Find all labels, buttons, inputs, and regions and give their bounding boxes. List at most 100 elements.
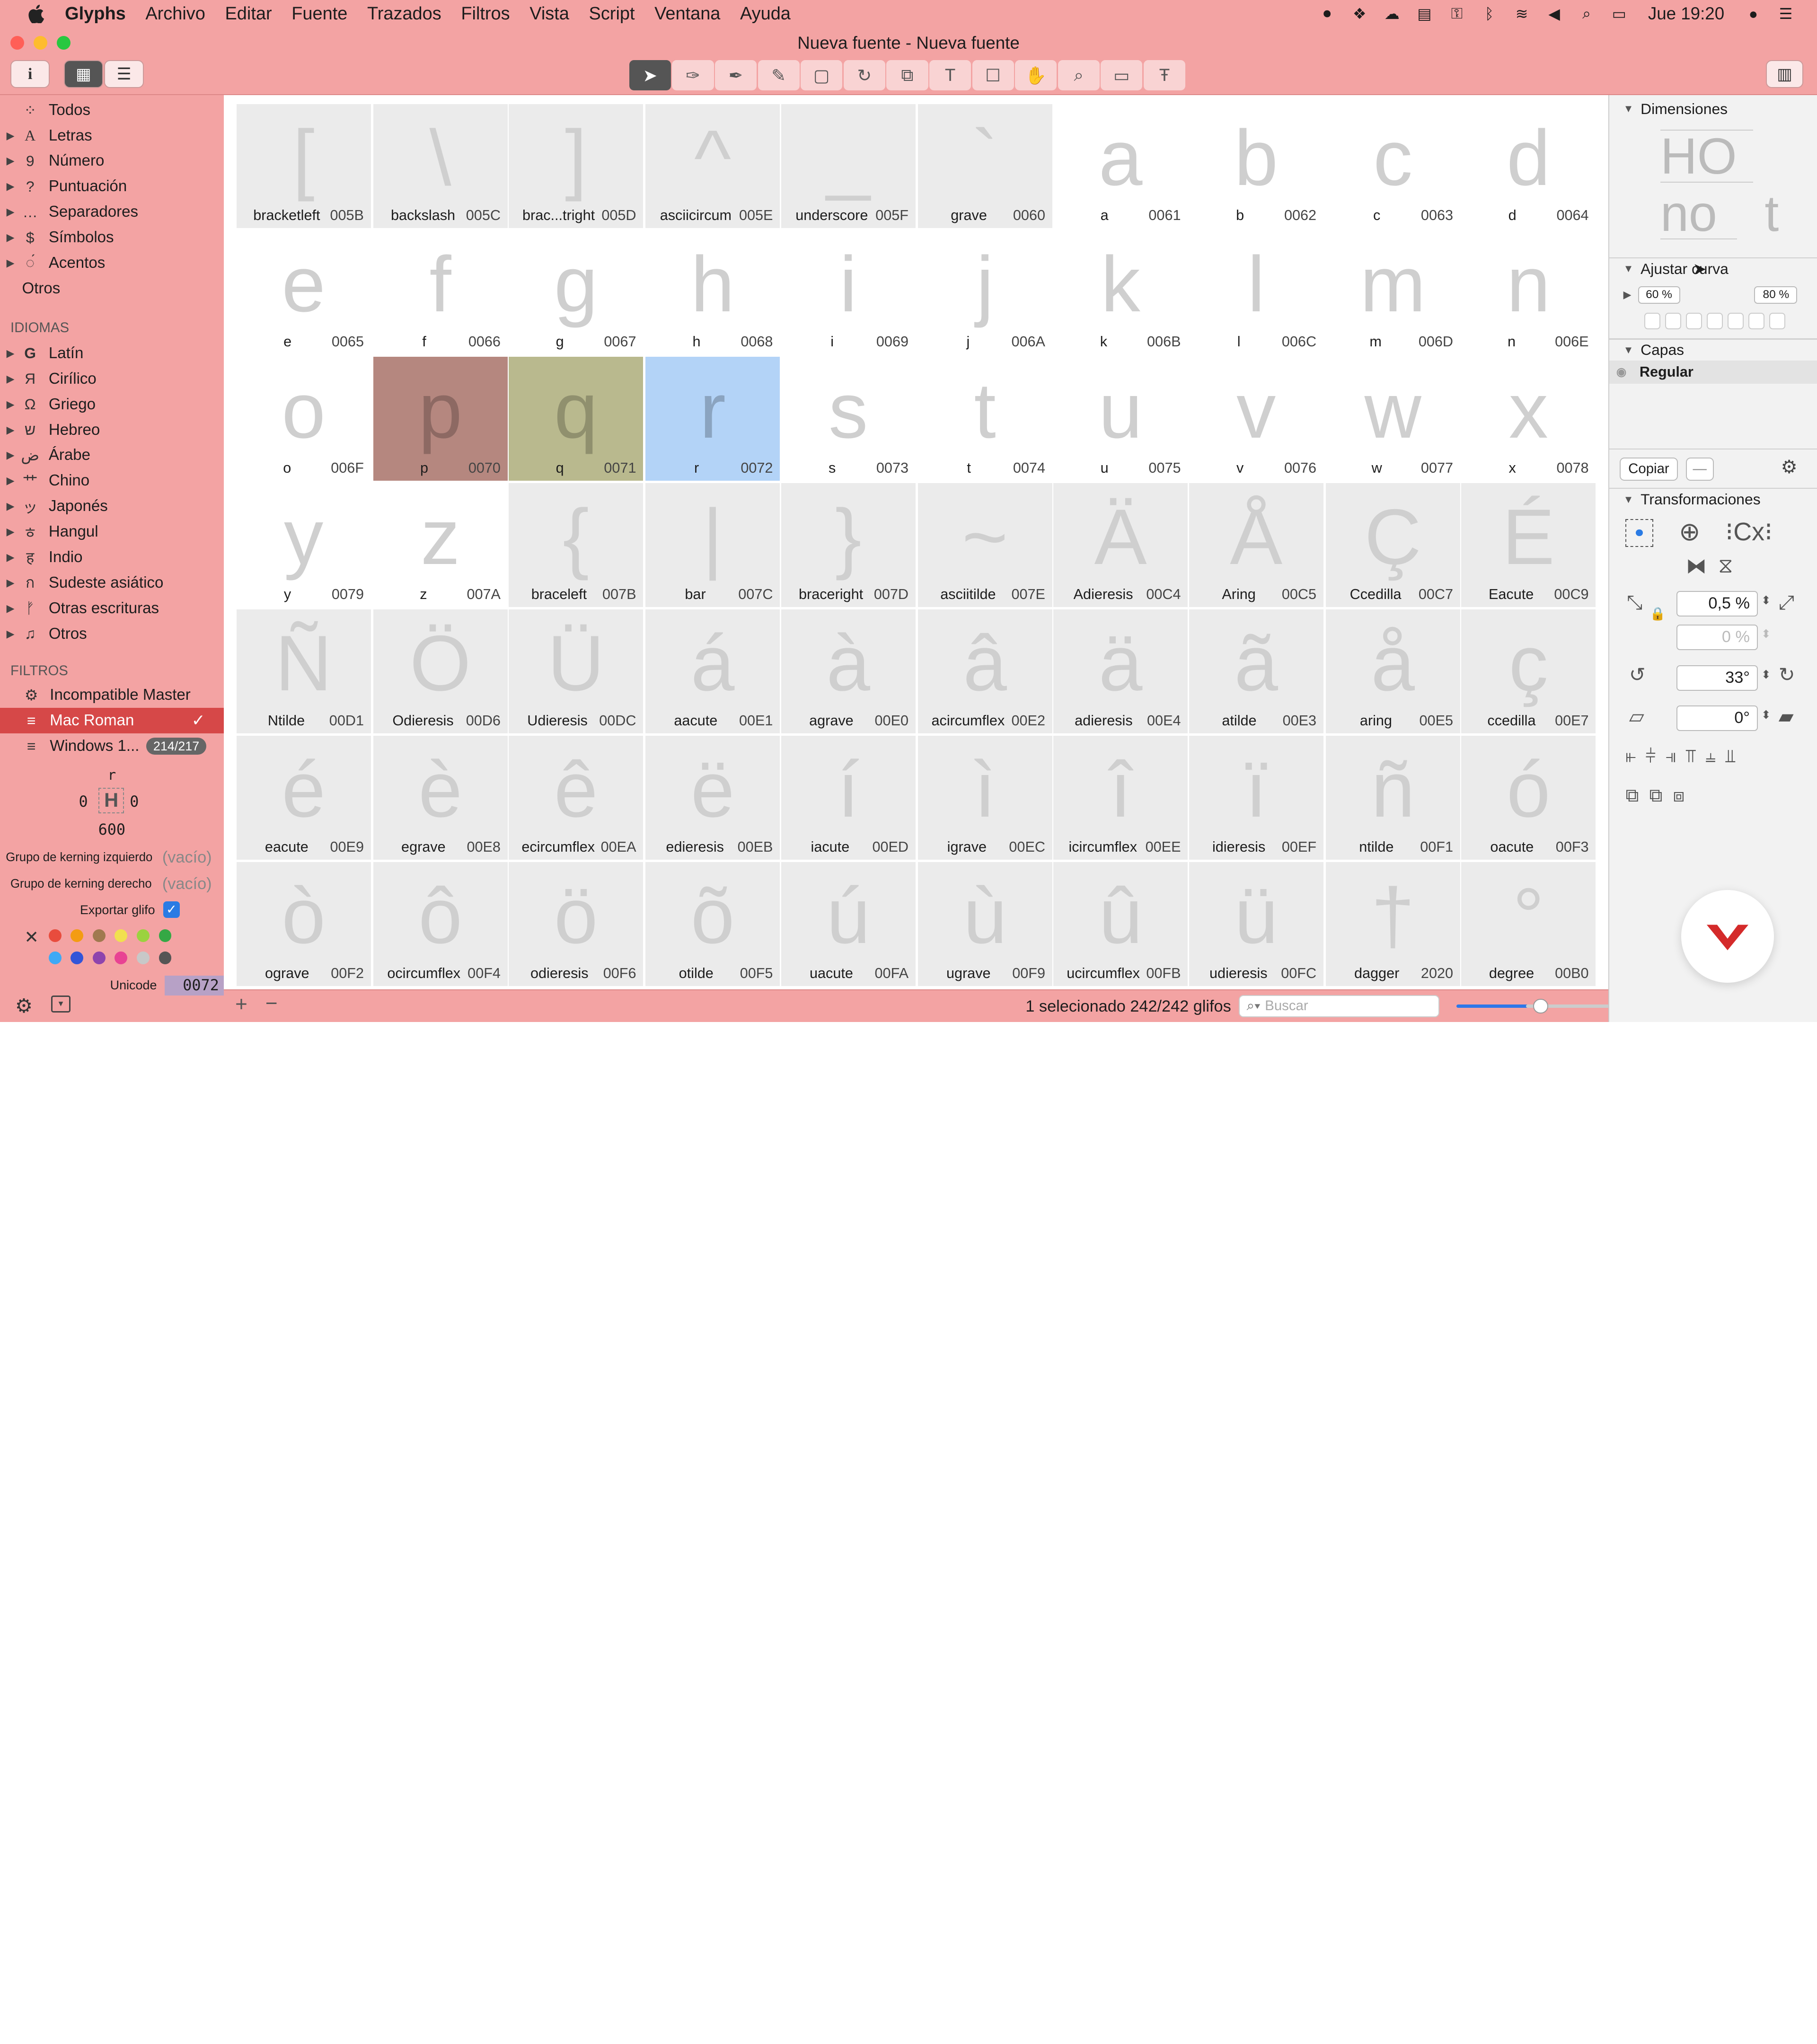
glyph-cell[interactable]: u u 0075	[1053, 357, 1188, 481]
glyph-cell[interactable]: Ö Odieresis 00D6	[373, 609, 508, 734]
menu-vista[interactable]: Vista	[529, 4, 569, 24]
glyph-cell[interactable]: ó oacute 00F3	[1461, 736, 1596, 860]
battery-icon[interactable]: ▭	[1609, 5, 1630, 23]
glyph-cell[interactable]: p p 0070	[373, 357, 508, 481]
glyph-cell[interactable]: e e 0065	[237, 230, 371, 354]
slant-right-icon[interactable]: ▰	[1779, 705, 1794, 728]
glyph-cell[interactable]: x x 0078	[1461, 357, 1596, 481]
glyph-cell[interactable]: í iacute 00ED	[781, 736, 916, 860]
disclosure-triangle-icon[interactable]: ▶	[0, 551, 21, 564]
disclosure-triangle-icon[interactable]: ▶	[0, 373, 21, 385]
align-bottom-icon[interactable]: ⫫	[1725, 746, 1736, 767]
glyph-cell[interactable]: ^ asciicircum 005E	[645, 104, 780, 229]
disclosure-triangle-icon[interactable]: ▼	[1623, 493, 1634, 506]
measure-tool-icon[interactable]: ▭	[1101, 60, 1143, 90]
glyph-cell[interactable]: ] brac...tright 005D	[509, 104, 644, 229]
sidebar-item-separadores[interactable]: ▶… Separadores	[0, 199, 224, 225]
sidebar-item-otros[interactable]: Otros	[0, 276, 224, 301]
curve-preset-button[interactable]	[1706, 313, 1723, 329]
color-swatch-yellow[interactable]	[115, 929, 128, 943]
curve-preset-button[interactable]	[1665, 313, 1682, 329]
right-sidebearing[interactable]: 0	[130, 793, 139, 811]
glyph-cell[interactable]: \ backslash 005C	[373, 104, 508, 229]
filter-incompatible-master[interactable]: ⚙ Incompatible Master	[0, 682, 224, 708]
remove-filter-icon[interactable]: −	[265, 992, 278, 1015]
select-tool-icon[interactable]: ➤	[629, 60, 671, 90]
disclosure-triangle-icon[interactable]: ▶	[0, 231, 21, 244]
search-icon[interactable]: ⌕	[1576, 5, 1597, 23]
sidebar-item-simbolos[interactable]: ▶ $ Símbolos	[0, 225, 224, 250]
disclosure-triangle-icon[interactable]: ▶	[0, 475, 21, 487]
glyph-cell[interactable]: s s 0073	[781, 357, 916, 481]
disclosure-triangle-icon[interactable]: ▼	[1623, 344, 1634, 356]
volume-icon[interactable]: ◀	[1544, 5, 1564, 23]
glyph-cell[interactable]: h h 0068	[645, 230, 780, 354]
glyph-cell[interactable]: á aacute 00E1	[645, 609, 780, 734]
type-tool-icon[interactable]: Ŧ	[1143, 60, 1186, 90]
creative-cloud-icon[interactable]: ☁	[1382, 5, 1402, 23]
clear-color-icon[interactable]: ✕	[24, 927, 39, 947]
glyph-cell[interactable]: ~ asciitilde 007E	[917, 483, 1052, 608]
disclosure-triangle-icon[interactable]: ▶	[0, 449, 21, 461]
search-field[interactable]: ⌕▾ Buscar	[1238, 995, 1439, 1017]
sidebar-item-acentos[interactable]: ▶ ◌́ Acentos	[0, 250, 224, 276]
color-swatch-lightblue[interactable]	[48, 951, 62, 964]
menu-script[interactable]: Script	[589, 4, 635, 24]
zoom-tool-icon[interactable]: ⌕	[1058, 60, 1100, 90]
sidebar-item-latin[interactable]: ▶ G Latín	[0, 341, 224, 366]
disclosure-triangle-icon[interactable]: ▶	[0, 130, 21, 142]
color-swatch-green[interactable]	[159, 929, 172, 943]
filter-mac-roman[interactable]: ≡ Mac Roman ✓	[0, 708, 224, 734]
hand-tool-icon[interactable]: ✋	[1015, 60, 1057, 90]
rotate-cw-icon[interactable]: ↻	[1779, 663, 1795, 686]
dropbox-icon[interactable]: ❖	[1349, 5, 1370, 23]
glyph-cell[interactable]: Ü Udieresis 00DC	[509, 609, 644, 734]
disclosure-triangle-icon[interactable]: ▶	[0, 180, 21, 193]
glyph-cell[interactable]: é eacute 00E9	[236, 736, 371, 860]
glyph-cell[interactable]: ò ograve 00F2	[236, 862, 371, 987]
collapse-panel-icon[interactable]: ▾	[51, 995, 71, 1013]
wifi-icon[interactable]: ≋	[1511, 5, 1532, 23]
align-right-icon[interactable]: ⫣	[1665, 746, 1676, 767]
text-tool-icon[interactable]: T	[929, 60, 971, 90]
glyph-cell[interactable]: ü udieresis 00FC	[1189, 862, 1323, 987]
disclosure-triangle-icon[interactable]: ▼	[1623, 263, 1634, 275]
rotate-ccw-icon[interactable]: ↺	[1629, 663, 1646, 686]
color-swatch-purple[interactable]	[92, 951, 106, 964]
disclosure-triangle-icon[interactable]: ▶	[0, 398, 21, 411]
glyph-cell[interactable]: Å Aring 00C5	[1189, 483, 1323, 608]
sidebar-item-japones[interactable]: ▶ ッ Japonés	[0, 493, 224, 519]
glyph-cell[interactable]: r r 0072	[645, 357, 780, 481]
slant-stepper-icon[interactable]: ⬍	[1761, 708, 1771, 722]
align-middle-icon[interactable]: ⫨	[1705, 746, 1716, 767]
proportion-lock-icon[interactable]: 🔒	[1650, 606, 1666, 621]
menu-editar[interactable]: Editar	[225, 4, 272, 24]
dimensions-header[interactable]: ▼ Dimensiones	[1609, 97, 1817, 121]
color-swatch-pink[interactable]	[115, 951, 128, 964]
glyph-cell[interactable]: å aring 00E5	[1325, 609, 1460, 734]
glyph-cell[interactable]: Ñ Ntilde 00D1	[236, 609, 371, 734]
zoom-slider[interactable]	[1456, 998, 1617, 1014]
left-sidebearing[interactable]: 0	[79, 793, 88, 811]
layers-header[interactable]: ▼ Capas	[1609, 340, 1817, 361]
glyph-cell[interactable]: w w 0077	[1326, 357, 1460, 481]
glyph-cell[interactable]: õ otilde 00F5	[645, 862, 780, 987]
glyph-cell[interactable]: a a 0061	[1053, 104, 1188, 228]
union-icon[interactable]: ⧉	[1625, 785, 1639, 806]
bounding-box-origin-icon[interactable]	[1625, 519, 1654, 547]
glyph-cell[interactable]: Ä Adieresis 00C4	[1053, 483, 1188, 608]
color-swatch-lightgreen[interactable]	[136, 929, 150, 943]
sidebar-item-otros-idiomas[interactable]: ▶ ♫ Otros	[0, 621, 224, 647]
list-view-button[interactable]: ☰	[104, 60, 144, 88]
add-filter-icon[interactable]: +	[235, 993, 247, 1016]
export-glyph-checkbox[interactable]: ✓	[163, 901, 180, 918]
pencil-tool-icon[interactable]: ✎	[758, 60, 800, 90]
notification-center-icon[interactable]: ☰	[1775, 5, 1796, 23]
glyph-cell[interactable]: m m 006D	[1326, 230, 1460, 354]
apple-icon[interactable]	[23, 2, 49, 26]
scale-up-icon[interactable]: ⤢	[1779, 591, 1794, 614]
glyph-cell[interactable]: ° degree 00B0	[1461, 862, 1596, 987]
glyph-cell[interactable]: g g 0067	[509, 230, 643, 354]
glyph-cell[interactable]: î icircumflex 00EE	[1053, 736, 1188, 860]
align-center-icon[interactable]: ⫩	[1645, 746, 1656, 767]
